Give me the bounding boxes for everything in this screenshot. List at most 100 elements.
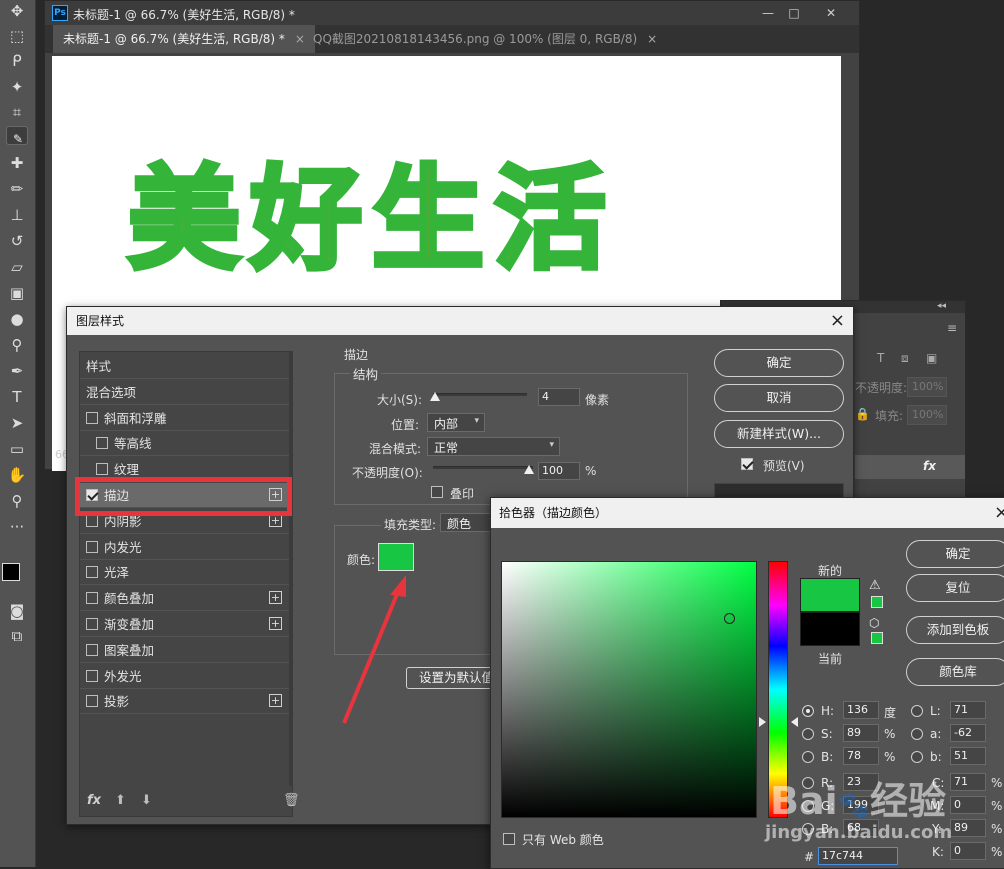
collapse-panel-icon[interactable]: ◂◂	[937, 301, 946, 311]
foreground-color-swatch[interactable]	[2, 563, 20, 581]
b-input[interactable]: 78	[843, 747, 879, 765]
panel-menu-icon[interactable]: ≡	[947, 321, 957, 335]
eyedropper-icon[interactable]: ✎	[6, 126, 28, 146]
eraser-icon[interactable]: ▱	[6, 256, 28, 278]
hue-left-marker[interactable]	[759, 717, 766, 727]
path-select-icon[interactable]: ➤	[6, 412, 28, 434]
preview-checkbox[interactable]	[741, 458, 753, 470]
out-of-gamut-icon[interactable]: ⚠	[869, 578, 881, 593]
reset-button[interactable]: 复位	[906, 574, 1004, 602]
history-brush-icon[interactable]: ↺	[6, 230, 28, 252]
add-effect-icon[interactable]: fx	[87, 793, 101, 808]
lasso-tool-icon[interactable]: ᑭ	[6, 50, 28, 72]
shape-filter-icon[interactable]: ⧈	[901, 351, 909, 366]
lab-b-radio[interactable]	[911, 751, 923, 763]
opacity-input[interactable]: 100	[538, 462, 580, 480]
move-tool-icon[interactable]: ✥	[6, 0, 28, 22]
size-slider-thumb[interactable]	[430, 392, 440, 401]
style-item[interactable]: 混合选项	[80, 380, 290, 405]
style-item[interactable]: 颜色叠加 +	[80, 586, 290, 612]
lock-icon[interactable]: 🔒	[855, 407, 870, 421]
opacity-slider-thumb[interactable]	[524, 465, 534, 474]
h-input[interactable]: 136	[843, 701, 879, 719]
style-item-checkbox[interactable]	[86, 411, 98, 424]
layer-effects-icon[interactable]: fx	[923, 459, 936, 473]
k-input[interactable]: 0	[950, 842, 986, 860]
style-item[interactable]: 渐变叠加 +	[80, 612, 290, 637]
y-input[interactable]: 89	[950, 819, 986, 837]
style-item-checkbox[interactable]	[96, 463, 108, 476]
style-item-checkbox[interactable]	[86, 643, 98, 656]
brightness-radio[interactable]	[802, 751, 814, 763]
maximize-icon[interactable]: □	[783, 4, 805, 22]
style-item-checkbox[interactable]	[96, 437, 108, 450]
new-style-button[interactable]: 新建样式(W)...	[714, 420, 844, 448]
overprint-checkbox[interactable]	[431, 486, 443, 498]
a-radio[interactable]	[911, 728, 923, 740]
style-item[interactable]: 图案叠加	[80, 638, 290, 663]
hue-right-marker[interactable]	[791, 717, 798, 727]
more-tools-icon[interactable]: ···	[6, 516, 28, 538]
cancel-button[interactable]: 取消	[714, 384, 844, 412]
crop-tool-icon[interactable]: ⌗	[6, 101, 28, 123]
blend-mode-select[interactable]: 正常 ▾	[427, 437, 560, 456]
shape-tool-icon[interactable]: ▭	[6, 438, 28, 460]
c-input[interactable]: 71	[950, 773, 986, 791]
type-tool-icon[interactable]: T	[6, 386, 28, 408]
blur-tool-icon[interactable]: ●	[6, 308, 28, 330]
position-select[interactable]: 内部 ▾	[427, 413, 485, 432]
style-item-checkbox[interactable]	[86, 695, 98, 708]
style-item-checkbox[interactable]	[86, 592, 98, 605]
layer-row[interactable]	[855, 455, 965, 479]
add-instance-icon[interactable]: +	[269, 591, 282, 605]
move-up-icon[interactable]: ⬆	[115, 793, 126, 808]
tab-document-1[interactable]: 未标题-1 @ 66.7% (美好生活, RGB/8) * ×	[53, 25, 315, 53]
size-slider[interactable]	[433, 393, 527, 396]
pen-tool-icon[interactable]: ✒	[6, 360, 28, 382]
style-item[interactable]: 斜面和浮雕	[80, 406, 290, 431]
smart-filter-icon[interactable]: ▣	[926, 351, 937, 365]
style-item-checkbox[interactable]	[86, 514, 98, 527]
tab-document-2[interactable]: QQ截图20210818143456.png @ 100% (图层 0, RGB…	[303, 25, 667, 53]
zoom-tool-icon[interactable]: ⚲	[6, 490, 28, 512]
s-input[interactable]: 89	[843, 724, 879, 742]
quick-mask-icon[interactable]: ◙	[6, 600, 28, 622]
opacity-input[interactable]: 100%	[907, 377, 947, 397]
style-item-checkbox[interactable]	[86, 618, 98, 630]
close-window-icon[interactable]: ✕	[820, 4, 842, 22]
screen-mode-icon[interactable]: ⧉	[6, 625, 28, 647]
opacity-slider[interactable]	[433, 466, 533, 469]
hex-input[interactable]: 17c744	[818, 847, 898, 865]
current-color-swatch[interactable]	[800, 612, 860, 646]
web-only-checkbox[interactable]	[503, 833, 515, 845]
magic-wand-icon[interactable]: ✦	[6, 76, 28, 98]
style-item[interactable]: 投影 +	[80, 689, 290, 715]
web-safe-swatch[interactable]	[871, 632, 883, 644]
dodge-tool-icon[interactable]: ⚲	[6, 334, 28, 356]
delete-effect-icon[interactable]: 🗑	[283, 793, 300, 808]
size-input[interactable]: 4	[538, 388, 580, 406]
move-down-icon[interactable]: ⬇	[141, 793, 152, 808]
hue-radio[interactable]	[802, 705, 814, 717]
marquee-tool-icon[interactable]: ⬚	[6, 25, 28, 47]
style-item[interactable]: 样式	[80, 354, 290, 379]
style-item[interactable]: 内发光	[80, 535, 290, 560]
hand-tool-icon[interactable]: ✋	[6, 464, 28, 486]
fill-input[interactable]: 100%	[907, 405, 947, 425]
l-input[interactable]: 71	[950, 701, 986, 719]
style-item[interactable]: 光泽	[80, 560, 290, 586]
m-input[interactable]: 0	[950, 796, 986, 814]
style-item[interactable]: 等高线	[80, 431, 290, 457]
style-item-checkbox[interactable]	[86, 566, 98, 579]
close-icon[interactable]: ×	[830, 309, 845, 333]
web-safe-icon[interactable]: ⬡	[869, 616, 879, 630]
gradient-tool-icon[interactable]: ▣	[6, 282, 28, 304]
style-item[interactable]: 外发光	[80, 664, 290, 689]
style-item-checkbox[interactable]	[86, 669, 98, 682]
brush-tool-icon[interactable]: ✏	[6, 178, 28, 200]
saturation-radio[interactable]	[802, 728, 814, 740]
minimize-icon[interactable]: —	[757, 4, 779, 22]
ok-button[interactable]: 确定	[714, 349, 844, 377]
color-field-cursor[interactable]	[724, 613, 735, 624]
style-list-scrollbar[interactable]	[289, 351, 293, 786]
